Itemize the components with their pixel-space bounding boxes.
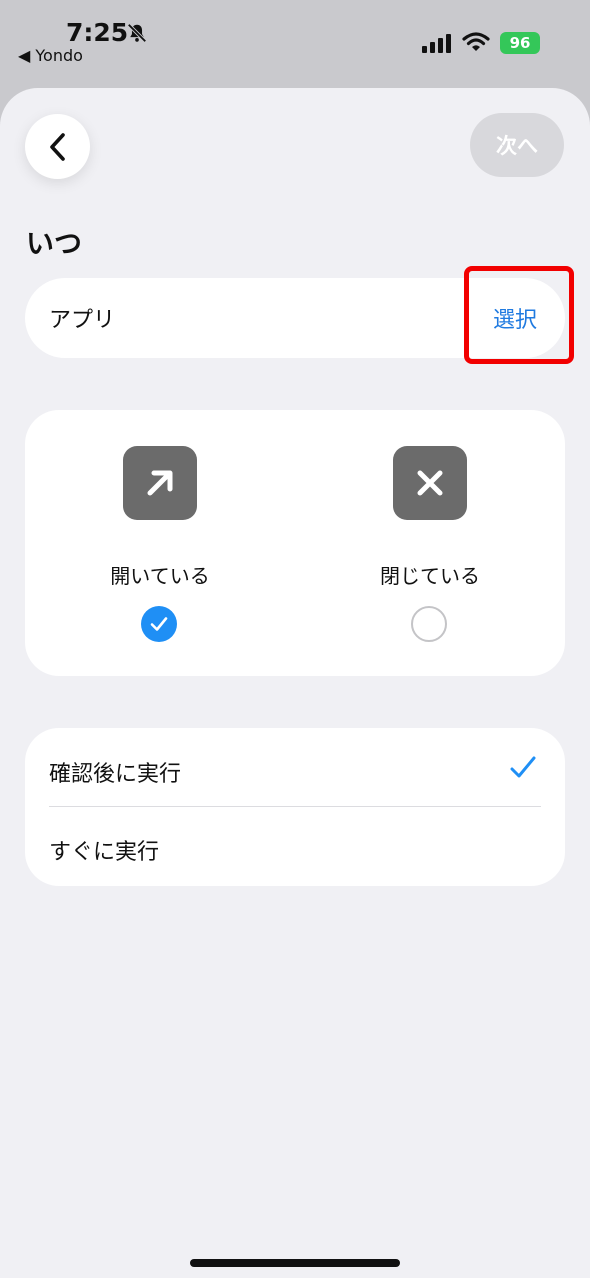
wifi-icon [462,32,490,51]
back-to-app-link[interactable]: ◀ Yondo [18,46,83,65]
section-title: いつ [26,227,83,260]
state-closed-label: 閉じている [380,564,480,588]
back-button[interactable] [25,114,90,179]
status-bar: 7:25 ◀ Yondo 96 [0,0,590,90]
run-immediately-option[interactable]: すぐに実行 [49,834,159,866]
arrow-up-right-icon[interactable] [123,446,197,520]
checkmark-icon [510,756,536,778]
run-after-confirm-option[interactable]: 確認後に実行 [49,756,181,788]
next-button[interactable]: 次へ [470,113,564,177]
state-open-label: 開いている [110,564,210,588]
chevron-left-icon [49,132,65,161]
state-closed-radio[interactable] [411,606,447,642]
xmark-icon[interactable] [393,446,467,520]
bell-slash-icon [127,23,147,43]
run-options-card: 確認後に実行 すぐに実行 [25,728,565,886]
app-row-label: アプリ [49,308,116,333]
cellular-signal-icon [422,34,451,53]
home-indicator[interactable] [190,1259,400,1267]
battery-level: 96 [509,34,531,52]
state-open-radio[interactable] [141,606,177,642]
divider [49,806,541,807]
checkmark-icon [150,617,168,631]
app-state-card: 開いている 閉じている [25,410,565,676]
highlight-annotation-box [464,266,574,364]
status-time: 7:25 [66,18,129,47]
battery-charging-icon: 96 [500,32,540,54]
